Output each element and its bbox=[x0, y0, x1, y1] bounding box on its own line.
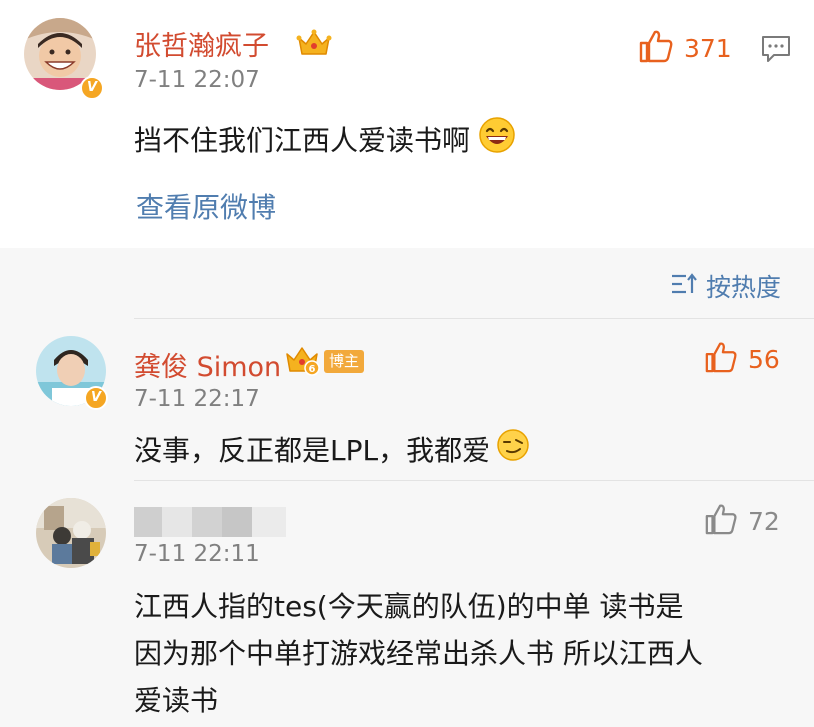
divider bbox=[134, 318, 814, 319]
comment-2-line-2: 因为那个中单打游戏经常出杀人书 所以江西人 bbox=[134, 637, 703, 670]
comment-1-time: 7-11 22:17 bbox=[134, 386, 260, 412]
main-like[interactable]: 371 bbox=[638, 28, 732, 68]
comment-2-like[interactable]: 72 bbox=[704, 502, 780, 540]
comment-2-time: 7-11 22:11 bbox=[134, 541, 260, 567]
grin-emoji-icon bbox=[478, 116, 516, 161]
sort-button[interactable]: 按热度 bbox=[670, 268, 781, 304]
comment-2-like-count: 72 bbox=[748, 506, 780, 536]
thumbs-up-icon bbox=[704, 502, 738, 540]
comment-2-line-1: 江西人指的tes(今天赢的队伍)的中单 读书是 bbox=[134, 590, 684, 623]
main-text: 挡不住我们江西人爱读书啊 bbox=[134, 116, 516, 161]
view-original-link[interactable]: 查看原微博 bbox=[136, 186, 276, 226]
thumbs-up-icon bbox=[638, 28, 674, 68]
comment-1-like[interactable]: 56 bbox=[704, 340, 780, 378]
comment-1-username[interactable]: 龚俊 Simon bbox=[134, 345, 281, 384]
main-username[interactable]: 张哲瀚疯子 bbox=[134, 24, 269, 63]
thumbs-up-icon bbox=[704, 340, 738, 378]
blogger-tag: 博主 bbox=[324, 350, 365, 373]
main-time: 7-11 22:07 bbox=[134, 67, 260, 93]
sort-label: 按热度 bbox=[706, 273, 782, 302]
verified-badge-icon: V bbox=[80, 76, 104, 100]
comment-icon[interactable] bbox=[760, 32, 792, 68]
comment-2-line-3: 爱读书 bbox=[134, 684, 219, 717]
comment-1-text-content: 没事，反正都是LPL，我都爱 bbox=[134, 433, 491, 467]
divider bbox=[134, 480, 814, 481]
main-post: V 张哲瀚疯子 7-11 22:07 挡不住我们江西人爱读书啊 371 查看原微… bbox=[0, 0, 814, 248]
sort-icon bbox=[670, 271, 698, 301]
svg-text:6: 6 bbox=[309, 364, 316, 375]
comment-1-text: 没事，反正都是LPL，我都爱 bbox=[134, 428, 530, 469]
blurred-username bbox=[134, 507, 286, 537]
vip-crown-6-icon: 6 bbox=[284, 344, 320, 380]
vip-crown-icon bbox=[296, 28, 332, 62]
avatar-comment-2[interactable] bbox=[36, 498, 106, 568]
smirk-emoji-icon bbox=[496, 428, 530, 469]
main-like-count: 371 bbox=[684, 33, 732, 63]
comment-1-like-count: 56 bbox=[748, 344, 780, 374]
main-text-content: 挡不住我们江西人爱读书啊 bbox=[134, 123, 471, 157]
verified-badge-icon: V bbox=[84, 386, 108, 410]
